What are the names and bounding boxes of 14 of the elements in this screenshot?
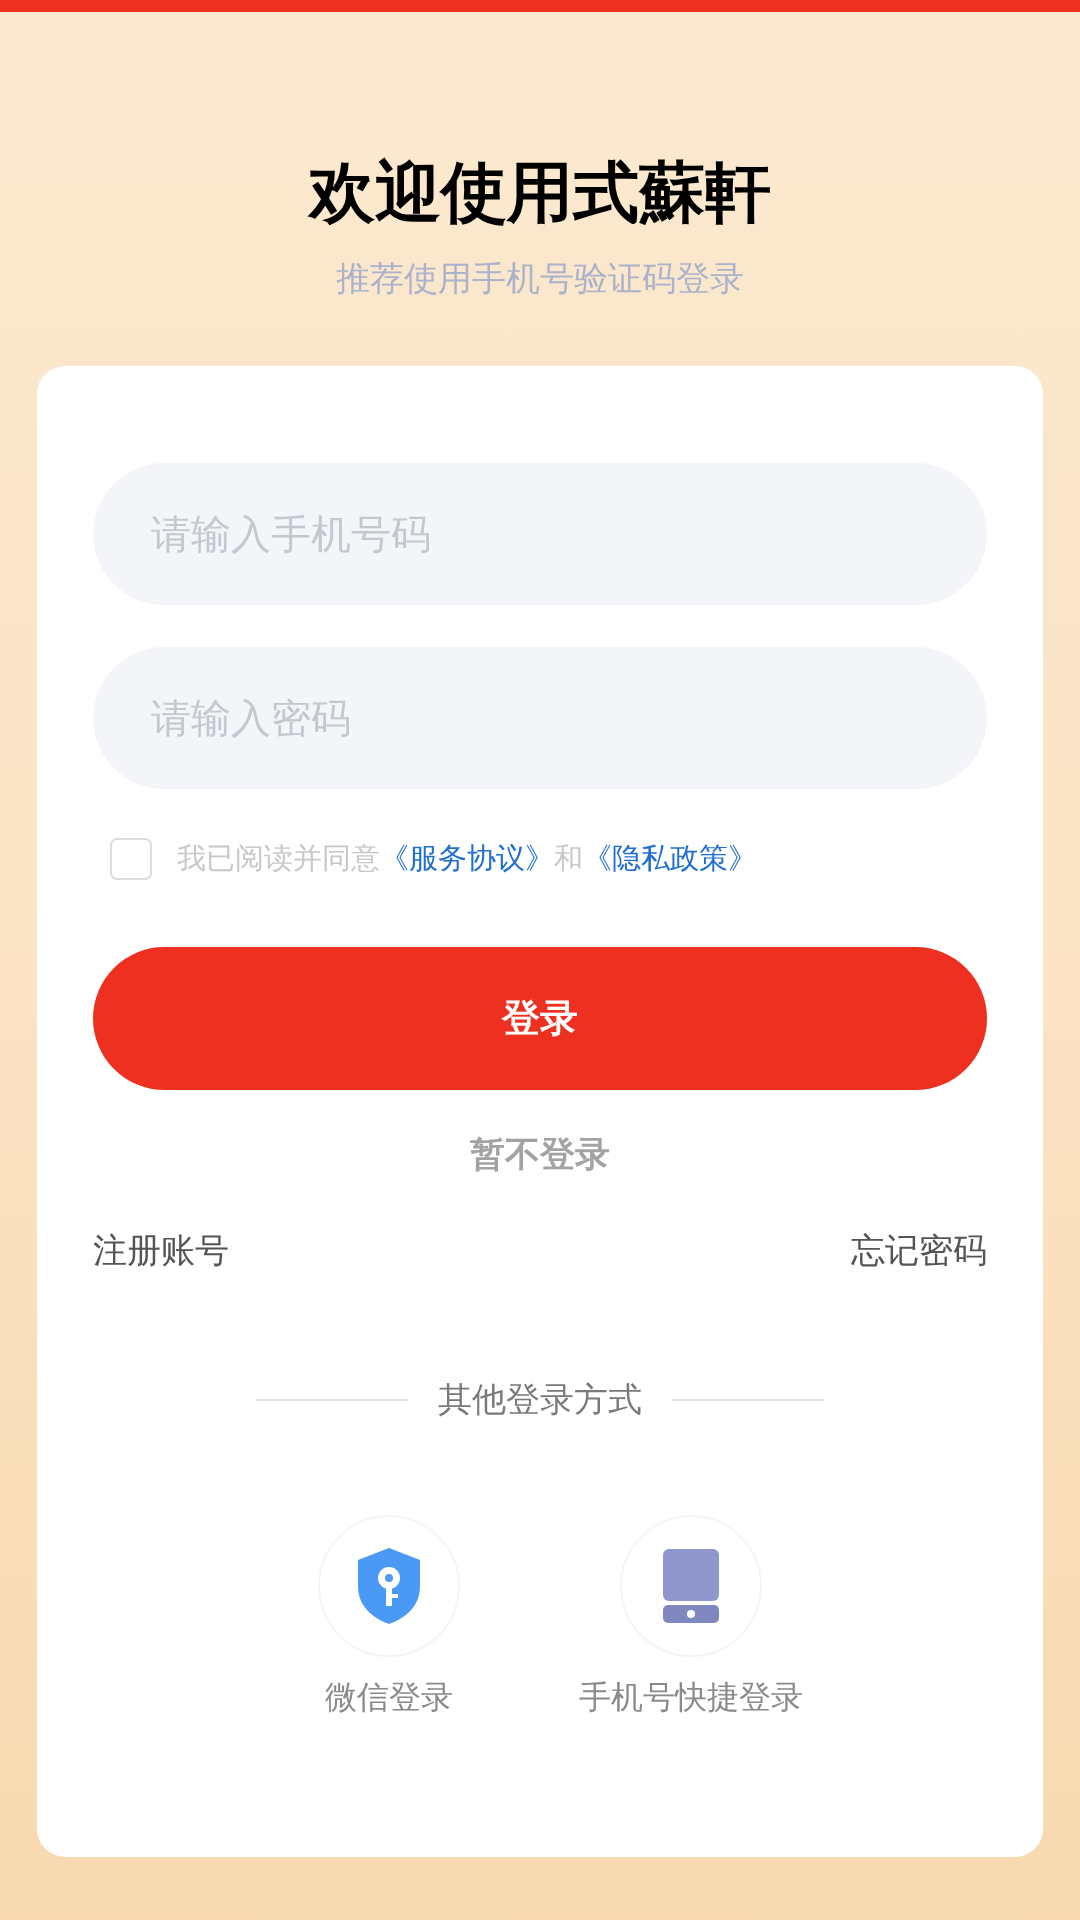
register-link[interactable]: 注册账号 xyxy=(93,1225,229,1276)
shield-key-icon xyxy=(356,1546,422,1626)
agreement-checkbox[interactable] xyxy=(110,837,152,880)
other-methods-label: 其他登录方式 xyxy=(438,1379,642,1420)
login-method-label: 手机号快捷登录 xyxy=(579,1678,803,1717)
tablet-icon xyxy=(663,1549,719,1623)
skip-login-link[interactable]: 暂不登录 xyxy=(470,1127,610,1180)
welcome-title: 欢迎使用式蘇軒 xyxy=(309,154,771,231)
privacy-policy-link[interactable]: 《隐私政策》 xyxy=(583,842,757,874)
forgot-password-link[interactable]: 忘记密码 xyxy=(851,1225,987,1276)
subtitle: 推荐使用手机号验证码登录 xyxy=(336,258,744,298)
login-method-label: 微信登录 xyxy=(325,1678,453,1717)
service-agreement-link[interactable]: 《服务协议》 xyxy=(380,842,554,874)
login-button[interactable]: 登录 xyxy=(93,946,987,1090)
